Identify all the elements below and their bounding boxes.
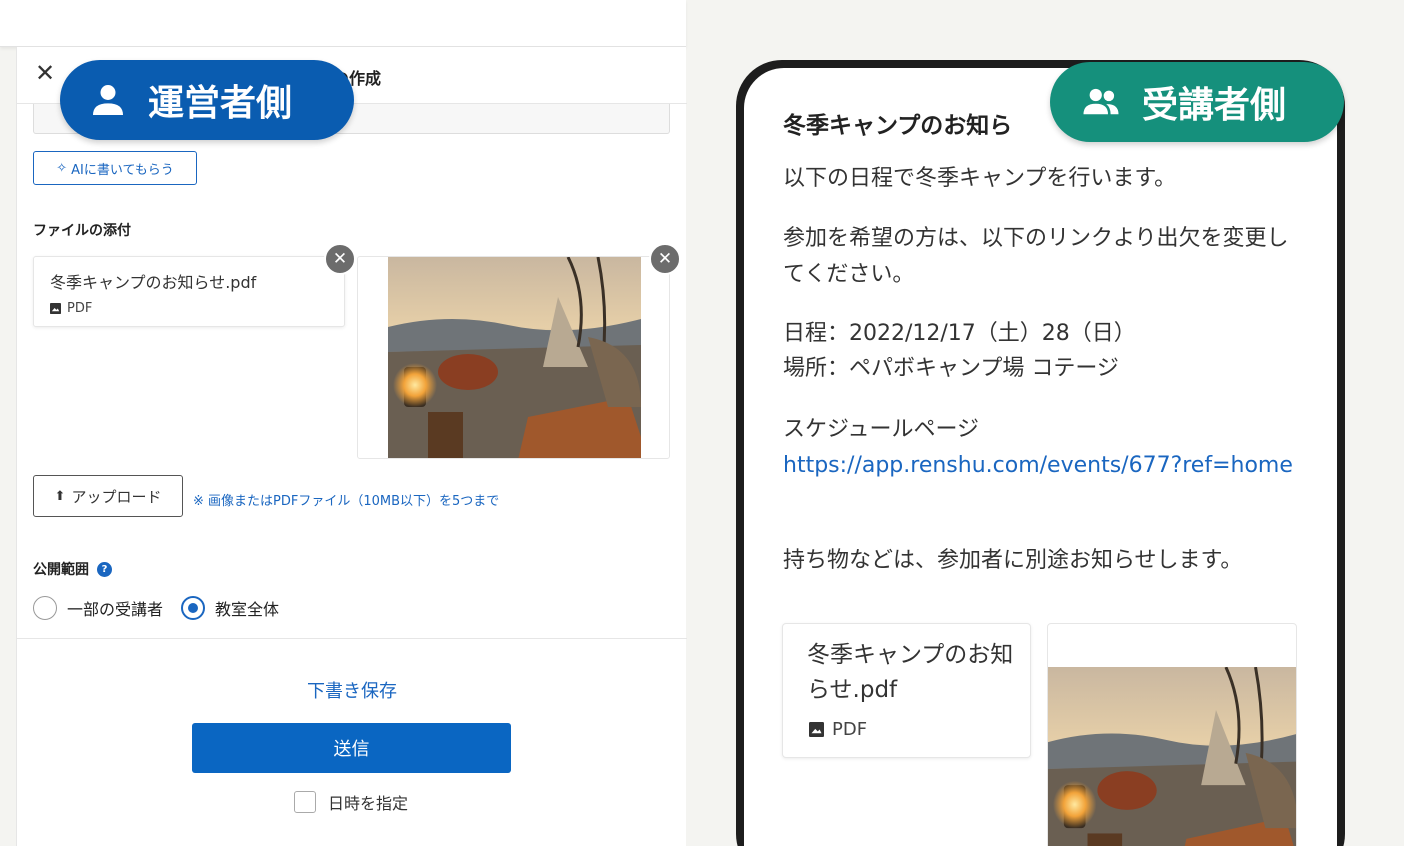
file-type-row: PDF (50, 301, 92, 316)
radio-whole-class-label: 教室全体 (215, 600, 280, 619)
student-file-type: PDF (832, 719, 868, 740)
visibility-section: 公開範囲? (33, 559, 112, 579)
help-icon[interactable]: ? (97, 562, 112, 577)
notice-place: 場所：ペパボキャンプ場 コテージ (783, 356, 1119, 381)
student-image-card[interactable] (1047, 623, 1297, 846)
radio-partial-students-label: 一部の受講者 (67, 600, 164, 619)
schedule-checkbox[interactable] (294, 791, 316, 813)
compose-panel: ✕ せの作成 ✧ AIに書いてもらう ファイルの添付 冬季キャンプのお知らせ.p… (16, 47, 687, 846)
schedule-label: 日時を指定 (328, 794, 409, 813)
image-icon (50, 303, 61, 314)
operator-side-label: 運営者側 (148, 83, 293, 124)
notice-para-1: 以下の日程で冬季キャンプを行います。 (783, 166, 1177, 191)
student-side-badge: 受講者側 (1050, 62, 1344, 142)
notice-para-4: 持ち物などは、参加者に別途お知らせします。 (783, 548, 1243, 573)
radio-partial-students[interactable] (33, 596, 57, 620)
attached-file-type: PDF (67, 301, 93, 316)
close-icon[interactable]: ✕ (35, 61, 55, 85)
sparkle-icon: ✧ (56, 160, 68, 176)
notice-para-2: 参加を希望の方は、以下のリンクより出欠を変更してください。 (783, 226, 1289, 287)
group-icon (1083, 88, 1119, 115)
visibility-label: 公開範囲 (33, 562, 89, 578)
camp-lantern-image (1048, 667, 1296, 846)
student-file-name: 冬季キャンプのお知らせ.pdf (807, 642, 1014, 703)
student-pdf-card[interactable]: 冬季キャンプのお知らせ.pdf PDF (782, 623, 1031, 758)
operator-side-badge: 運営者側 (60, 60, 354, 140)
schedule-link-block: https://app.renshu.com/events/677?ref=ho… (783, 448, 1303, 484)
remove-pdf-button[interactable]: ✕ (324, 243, 356, 275)
person-icon (93, 85, 123, 115)
radio-whole-class[interactable] (181, 596, 206, 620)
top-bar (0, 0, 686, 47)
visibility-radio-group: 一部の受講者 教室全体 (33, 596, 279, 620)
ai-write-label: AIに書いてもらう (71, 162, 174, 178)
ai-write-button[interactable]: ✧ AIに書いてもらう (33, 151, 197, 185)
save-draft-button[interactable]: 下書き保存 (17, 677, 687, 703)
divider (17, 638, 687, 639)
attached-file-name: 冬季キャンプのお知らせ.pdf (50, 273, 257, 292)
schedule-page-label: スケジュールページ (783, 417, 980, 442)
upload-note: ※ 画像またはPDFファイル（10MB以下）を5つまで (193, 494, 500, 509)
attached-pdf-card[interactable]: 冬季キャンプのお知らせ.pdf PDF (33, 256, 345, 327)
attached-image-card[interactable] (357, 256, 670, 459)
phone-screen: 冬季キャンプのお知ら 以下の日程で冬季キャンプを行います。 参加を希望の方は、以… (744, 68, 1337, 846)
upload-icon: ⬆ (54, 488, 66, 504)
schedule-option: 日時を指定 (294, 790, 408, 814)
upload-label: アップロード (71, 487, 162, 506)
notice-date: 日程：2022/12/17（土）28（日） (783, 321, 1136, 346)
schedule-link[interactable]: https://app.renshu.com/events/677?ref=ho… (783, 453, 1293, 478)
notice-title: 冬季キャンプのお知ら (783, 113, 1013, 139)
remove-image-button[interactable]: ✕ (649, 243, 681, 275)
phone-frame: 冬季キャンプのお知ら 以下の日程で冬季キャンプを行います。 参加を希望の方は、以… (736, 60, 1345, 846)
upload-button[interactable]: ⬆ アップロード (33, 475, 183, 517)
send-button[interactable]: 送信 (192, 723, 511, 773)
student-side-label: 受講者側 (1142, 85, 1287, 126)
image-icon (809, 722, 824, 737)
attachments-label: ファイルの添付 (33, 223, 131, 239)
student-file-type-row: PDF (809, 719, 867, 740)
camp-lantern-image (388, 257, 641, 458)
